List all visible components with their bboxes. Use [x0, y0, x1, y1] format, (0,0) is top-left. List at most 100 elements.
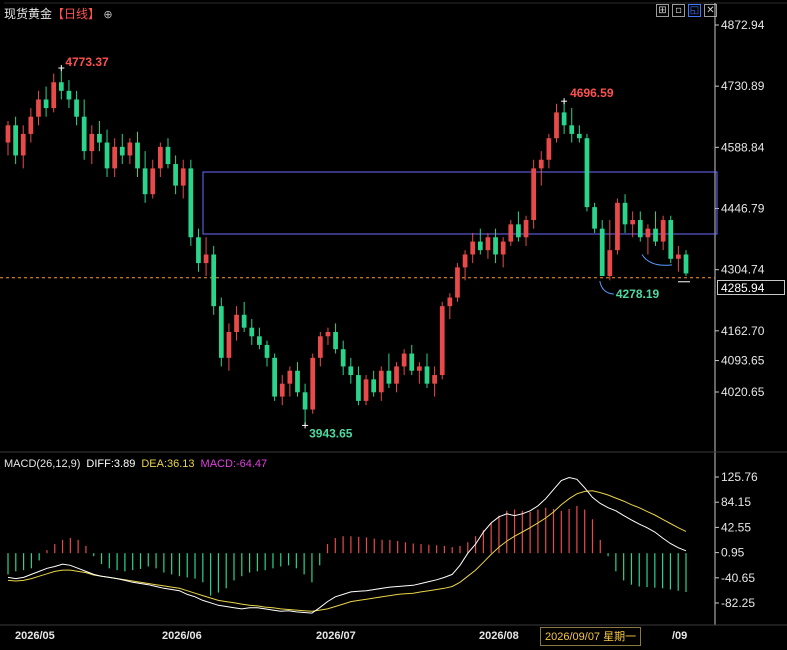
candle-body	[653, 228, 658, 242]
macd-diff-value: DIFF:3.89	[86, 458, 136, 470]
candle-body	[378, 370, 384, 393]
candle-body	[74, 99, 79, 117]
candle-body	[196, 237, 201, 264]
candle-body	[477, 241, 483, 251]
candle-body	[538, 159, 544, 169]
candle-body	[485, 237, 491, 251]
x-label-jul: 2026/07	[316, 630, 356, 642]
candle-body	[135, 142, 140, 169]
y-tick-label: 4588.84	[721, 140, 765, 154]
candle-body	[287, 370, 293, 384]
candle-body	[417, 366, 422, 371]
current-price-tag: 4285.94	[717, 280, 785, 295]
candle-body	[150, 168, 156, 195]
y-tick-label: 4872.94	[721, 18, 765, 32]
candle-body	[20, 133, 26, 156]
candle-body	[615, 202, 620, 251]
candle-body	[371, 379, 377, 393]
macd-y-tick-label: -40.65	[721, 571, 755, 585]
candle-body	[310, 357, 316, 410]
candle-body	[508, 224, 514, 242]
candle-body	[546, 138, 552, 160]
candle-body	[180, 168, 186, 186]
candle-body	[439, 306, 445, 376]
candle-body	[447, 297, 453, 307]
y-tick-label: 4162.70	[721, 324, 765, 338]
x-label-may: 2026/05	[15, 630, 55, 642]
candle-body	[668, 220, 674, 259]
candle-body	[295, 370, 300, 393]
candle-body	[356, 375, 361, 401]
candle-body	[264, 344, 270, 358]
candle-body	[66, 90, 72, 100]
candle-body	[51, 82, 57, 109]
macd-y-tick-label: 84.15	[721, 495, 751, 509]
candle-body	[576, 133, 582, 139]
candle-body	[127, 142, 133, 156]
candle-body	[660, 220, 666, 242]
macd-header: MACD(26,12,9) DIFF:3.89 DEA:36.13 MACD:-64.…	[4, 458, 273, 470]
candle-body	[630, 220, 636, 225]
candle-body	[241, 314, 247, 328]
candle-body	[348, 366, 354, 376]
candle-body	[401, 353, 407, 367]
candle-body	[36, 99, 41, 117]
candle-body	[394, 366, 399, 384]
candle-body	[569, 125, 575, 134]
candle-body	[142, 168, 148, 195]
candle-body	[104, 142, 110, 169]
candle-body	[279, 383, 285, 397]
x-label-jun: 2026/06	[162, 630, 202, 642]
y-tick-label: 4093.65	[721, 354, 765, 368]
y-tick-label: 4446.79	[721, 202, 765, 216]
candle-body	[599, 228, 605, 277]
candle-body	[554, 112, 559, 139]
y-tick-label: 4304.74	[721, 263, 765, 277]
candle-body	[683, 254, 689, 274]
candle-body	[226, 331, 232, 358]
candle-body	[561, 112, 567, 126]
high-annotation: 4773.37	[65, 55, 109, 69]
candle-body	[5, 125, 11, 143]
projection-curve	[641, 254, 673, 266]
candle-body	[340, 349, 346, 367]
recent-low-annotation: 4278.19	[616, 287, 660, 301]
candle-body	[13, 125, 18, 156]
hover-date-label: 2026/09/07 星期一	[540, 627, 642, 646]
candle-body	[203, 254, 209, 264]
x-label-sep: /09	[672, 630, 688, 642]
candle-body	[333, 331, 338, 350]
x-label-aug: 2026/08	[479, 630, 519, 642]
candle-body	[386, 370, 392, 384]
candle-body	[302, 392, 308, 410]
macd-macd-value: MACD:-64.47	[200, 458, 268, 470]
macd-y-tick-label: -82.25	[721, 596, 755, 610]
candle-body	[462, 254, 468, 268]
high2-annotation: 4696.59	[570, 86, 614, 100]
candle-body	[500, 241, 506, 255]
candle-body	[424, 366, 430, 384]
candle-body	[523, 220, 529, 238]
macd-y-tick-label: 0.95	[721, 546, 745, 560]
candle-body	[43, 99, 49, 109]
candle-body	[493, 237, 498, 255]
candle-body	[249, 327, 255, 337]
candle-body	[112, 146, 118, 169]
macd-title: MACD(26,12,9)	[4, 458, 81, 470]
y-tick-label: 4020.65	[721, 385, 765, 399]
candle-body	[317, 336, 323, 358]
candle-body	[211, 254, 217, 307]
candle-body	[81, 116, 87, 152]
candle-body	[409, 353, 415, 371]
candle-body	[607, 250, 613, 277]
candle-body	[325, 331, 331, 337]
candle-body	[592, 207, 597, 229]
candle-body	[234, 314, 239, 332]
low-annotation: 3943.65	[309, 426, 353, 440]
chart-canvas[interactable]: 4872.94 4730.89 4588.84 4446.79 4304.74 4162.…	[0, 0, 787, 650]
macd-bars-group	[7, 505, 687, 596]
y-tick-label: 4730.89	[721, 79, 765, 93]
candle-body	[165, 146, 171, 165]
candle-body	[58, 82, 64, 91]
candle-body	[516, 224, 521, 238]
